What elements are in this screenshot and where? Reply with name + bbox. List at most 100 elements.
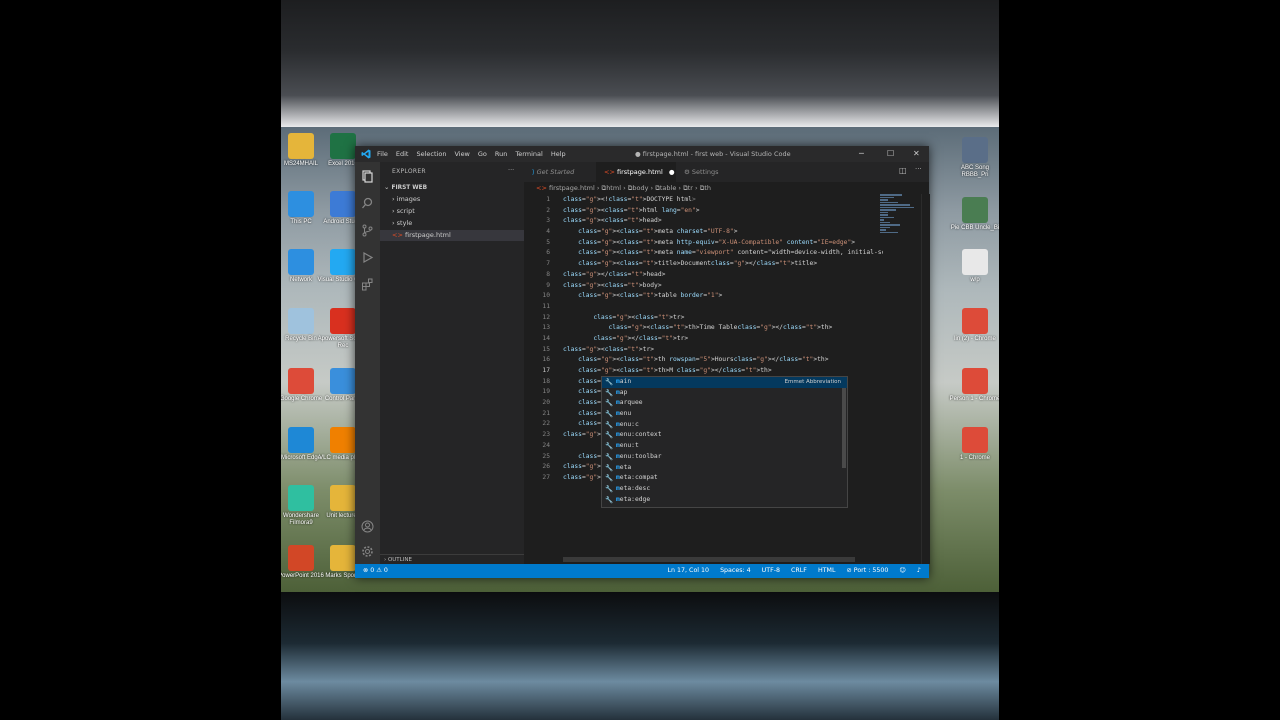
tree-folder-script[interactable]: › script [392, 206, 415, 217]
suggestion-item[interactable]: 🔧 map [602, 388, 847, 399]
desktop-icon[interactable]: Person 1 - Chrome [949, 368, 999, 403]
tab-firstpage-html[interactable]: <> firstpage.html ● [596, 162, 676, 182]
code-line[interactable]: class="g"><class="t">tr> [563, 313, 883, 324]
maximize-icon[interactable]: ☐ [887, 149, 894, 158]
vertical-scrollbar[interactable] [921, 194, 930, 564]
tab-get-started[interactable]: ⟩ Get Started [524, 162, 596, 182]
account-icon[interactable] [361, 520, 374, 533]
breadcrumb-item[interactable]: firstpage.html [549, 184, 595, 192]
split-editor-icon[interactable]: ◫ [899, 166, 907, 175]
suggestion-label: menu:context [616, 431, 662, 439]
suggestion-item[interactable]: 🔧 meta [602, 463, 847, 474]
horizontal-scrollbar[interactable] [563, 557, 855, 562]
suggestion-item[interactable]: 🔧 meta:edge [602, 495, 847, 506]
suggestion-item[interactable]: 🔧 menu:context [602, 430, 847, 441]
menu-view[interactable]: View [454, 150, 469, 158]
code-line[interactable]: class="g"><class="t">head> [563, 216, 883, 227]
minimap-line [880, 204, 910, 206]
eol-setting[interactable]: CRLF [791, 564, 807, 578]
workspace-folder[interactable]: ⌄ FIRST WEB [384, 182, 427, 193]
suggestion-item[interactable]: 🔧 menu:t [602, 441, 847, 452]
desktop-icon[interactable]: lin (2) - Chrome [949, 308, 999, 343]
suggestions-scrollbar[interactable] [842, 388, 846, 468]
code-line[interactable]: class="g"><!class="t">DOCTYPE html> [563, 195, 883, 206]
code-line[interactable]: class="g"><class="t">th>Time Tableclass=… [563, 323, 883, 334]
excel-icon [330, 133, 356, 159]
suggestion-label: main [616, 378, 632, 385]
minimize-icon[interactable]: ─ [859, 149, 864, 158]
desktop-icon[interactable]: 1 - Chrome [949, 427, 999, 462]
code-line[interactable]: class="g"><class="t">meta name="viewport… [563, 248, 883, 259]
breadcrumb-item[interactable]: html [606, 184, 621, 192]
code-line[interactable]: class="g"><class="t">meta http-equiv="X-… [563, 238, 883, 249]
breadcrumb: <> firstpage.html › ⧉html › ⧉body › ⧉tab… [536, 184, 712, 192]
code-line[interactable] [563, 302, 883, 313]
suggestion-item[interactable]: 🔧 menu:toolbar [602, 452, 847, 463]
menu-edit[interactable]: Edit [396, 150, 409, 158]
code-line[interactable]: class="g"><class="t">title>Documentclass… [563, 259, 883, 270]
cursor-position[interactable]: Ln 17, Col 10 [668, 564, 710, 578]
menu-file[interactable]: File [377, 150, 388, 158]
suggestion-label: meta:edge [616, 495, 651, 503]
suggestion-item[interactable]: 🔧 main Emmet Abbreviation [602, 377, 847, 388]
menu-help[interactable]: Help [551, 150, 566, 158]
powerpoint-icon [288, 545, 314, 571]
code-line[interactable]: class="g"></class="t">head> [563, 270, 883, 281]
unsaved-dot-icon[interactable]: ● [669, 168, 675, 176]
notifications-bell-icon[interactable]: ♪ [917, 564, 921, 578]
encoding-setting[interactable]: UTF-8 [762, 564, 780, 578]
code-line[interactable]: class="g"><class="t">th rowspan="5">Hour… [563, 355, 883, 366]
suggestion-item[interactable]: 🔧 menu:c [602, 420, 847, 431]
desktop-icon[interactable]: w/p [949, 249, 999, 284]
desktop-icon[interactable]: ABC Song RBBB_Pri [949, 137, 999, 179]
code-line[interactable]: class="g"><class="t">meta charset="UTF-8… [563, 227, 883, 238]
line-number: 5 [546, 238, 550, 246]
suggestion-item[interactable]: 🔧 meta:desc [602, 484, 847, 495]
breadcrumb-item[interactable]: body [632, 184, 648, 192]
desktop-icon-label: lin (2) - Chrome [954, 336, 996, 342]
menu-run[interactable]: Run [495, 150, 507, 158]
live-server-port[interactable]: ⊘ Port : 5500 [846, 564, 888, 578]
problems-indicator[interactable]: ⊗ 0 ⚠ 0 [363, 564, 388, 578]
suggestion-label: menu:t [616, 442, 639, 450]
breadcrumb-item[interactable]: table [660, 184, 676, 192]
indentation-setting[interactable]: Spaces: 4 [720, 564, 751, 578]
feedback-icon[interactable]: ☺ [899, 564, 906, 578]
tab-label: Get Started [536, 168, 575, 176]
suggestion-item[interactable]: 🔧 meta:compat [602, 473, 847, 484]
tree-file-firstpage[interactable]: <> firstpage.html [380, 230, 524, 241]
suggestion-item[interactable]: 🔧 menu [602, 409, 847, 420]
more-actions-icon[interactable]: ··· [915, 165, 922, 173]
language-mode[interactable]: HTML [818, 564, 836, 578]
menu-selection[interactable]: Selection [416, 150, 446, 158]
code-line[interactable]: class="g"><class="t">tr> [563, 345, 883, 356]
vscode-icon [330, 249, 356, 275]
source-control-icon[interactable] [361, 224, 374, 237]
code-line[interactable]: class="g"><class="t">html lang="en"> [563, 206, 883, 217]
more-actions-icon[interactable]: ··· [508, 166, 514, 174]
extensions-icon[interactable] [361, 278, 374, 291]
code-line[interactable]: class="g"><class="t">table border="1"> [563, 291, 883, 302]
suggestion-item[interactable]: 🔧 marquee [602, 398, 847, 409]
minimap-line [880, 214, 888, 216]
breadcrumb-item[interactable]: th [704, 184, 711, 192]
minimap-line [880, 221, 890, 223]
close-icon[interactable]: ✕ [913, 149, 920, 158]
line-number: 4 [546, 228, 550, 236]
desktop-icon[interactable]: Pie CBB Uncle_Bi [949, 197, 999, 232]
search-icon[interactable] [361, 197, 374, 210]
run-debug-icon[interactable] [361, 251, 374, 264]
menu-terminal[interactable]: Terminal [515, 150, 542, 158]
settings-gear-icon[interactable] [361, 545, 374, 558]
menu-go[interactable]: Go [478, 150, 487, 158]
minimap-line [880, 216, 894, 218]
tab-settings[interactable]: ⚙ Settings [676, 162, 736, 182]
breadcrumb-item[interactable]: tr [688, 184, 693, 192]
minimap[interactable] [880, 194, 918, 233]
code-line[interactable]: class="g"><class="t">body> [563, 281, 883, 292]
code-line[interactable]: class="g"></class="t">tr> [563, 334, 883, 345]
desktop-icon-label: Person 1 - Chrome [949, 396, 999, 402]
explorer-icon[interactable] [361, 170, 374, 183]
tree-folder-style[interactable]: › style [392, 218, 412, 229]
tree-folder-images[interactable]: › images [392, 194, 420, 205]
